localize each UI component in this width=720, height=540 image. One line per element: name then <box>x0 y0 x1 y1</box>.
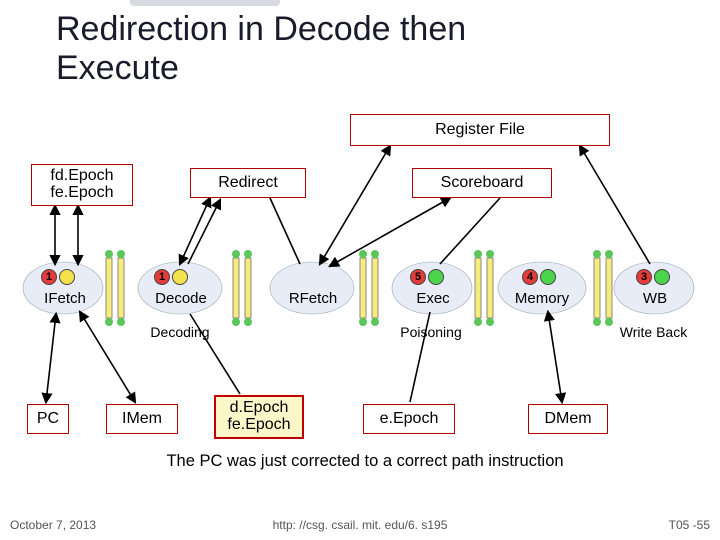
dot-green-icon <box>540 269 556 285</box>
scoreboard-box: Scoreboard <box>412 168 552 198</box>
dot-green-icon <box>428 269 444 285</box>
caption-text: The PC was just corrected to a correct p… <box>50 452 680 471</box>
stage-dots-wb: 3 <box>636 269 670 285</box>
stage-ifetch: IFetch <box>33 290 97 307</box>
title-line1: Redirection in Decode then <box>56 10 466 48</box>
dot-green-icon <box>654 269 670 285</box>
sub-writeback: Write Back <box>606 324 701 340</box>
fd-fe-epoch-box: fd.Epoch fe.Epoch <box>31 164 133 206</box>
dmem-label: DMem <box>544 410 591 428</box>
dot-yellow-icon <box>172 269 188 285</box>
title-line2: Execute <box>56 49 179 87</box>
fe-epoch-label: fe.Epoch <box>50 185 113 202</box>
imem-box: IMem <box>106 404 178 434</box>
stage-wb: WB <box>630 290 680 307</box>
e-epoch-label: e.Epoch <box>380 410 439 428</box>
sub-decoding: Decoding <box>140 324 220 340</box>
stage-dots-memory: 4 <box>522 269 556 285</box>
footer-tag: T05 -55 <box>669 518 710 532</box>
sub-poisoning: Poisoning <box>387 324 475 340</box>
pc-label: PC <box>37 410 59 428</box>
diagram-area: Register File fd.Epoch fe.Epoch Redirect… <box>0 106 720 491</box>
redirect-box: Redirect <box>190 168 306 198</box>
fe-epoch2-label: fe.Epoch <box>227 417 290 434</box>
stage-number-decode: 1 <box>154 269 170 285</box>
stage-number-memory: 4 <box>522 269 538 285</box>
imem-label: IMem <box>122 410 162 428</box>
scoreboard-label: Scoreboard <box>441 174 524 192</box>
redirect-label: Redirect <box>218 174 278 192</box>
stage-decode: Decode <box>146 290 216 307</box>
stage-rfetch: RFetch <box>278 290 348 307</box>
footer-url: http: //csg. csail. mit. edu/6. s195 <box>0 518 720 532</box>
stage-number-ifetch: 1 <box>41 269 57 285</box>
slide-title: Redirection in Decode then Execute <box>56 10 676 88</box>
stage-memory: Memory <box>504 290 580 307</box>
register-file-label: Register File <box>435 121 525 139</box>
pc-box: PC <box>27 404 69 434</box>
stage-number-wb: 3 <box>636 269 652 285</box>
stage-dots-ifetch: 1 <box>41 269 75 285</box>
e-epoch-box: e.Epoch <box>363 404 455 434</box>
d-epoch-label: d.Epoch <box>230 400 289 417</box>
register-file-box: Register File <box>350 114 610 146</box>
slide-tab-decoration <box>130 0 280 6</box>
dot-yellow-icon <box>59 269 75 285</box>
stage-number-exec: 5 <box>410 269 426 285</box>
dmem-box: DMem <box>528 404 608 434</box>
stage-dots-exec: 5 <box>410 269 444 285</box>
fd-epoch-label: fd.Epoch <box>50 168 113 185</box>
stage-dots-decode: 1 <box>154 269 188 285</box>
stage-exec: Exec <box>403 290 463 307</box>
d-fe-epoch-box: d.Epoch fe.Epoch <box>214 395 304 439</box>
